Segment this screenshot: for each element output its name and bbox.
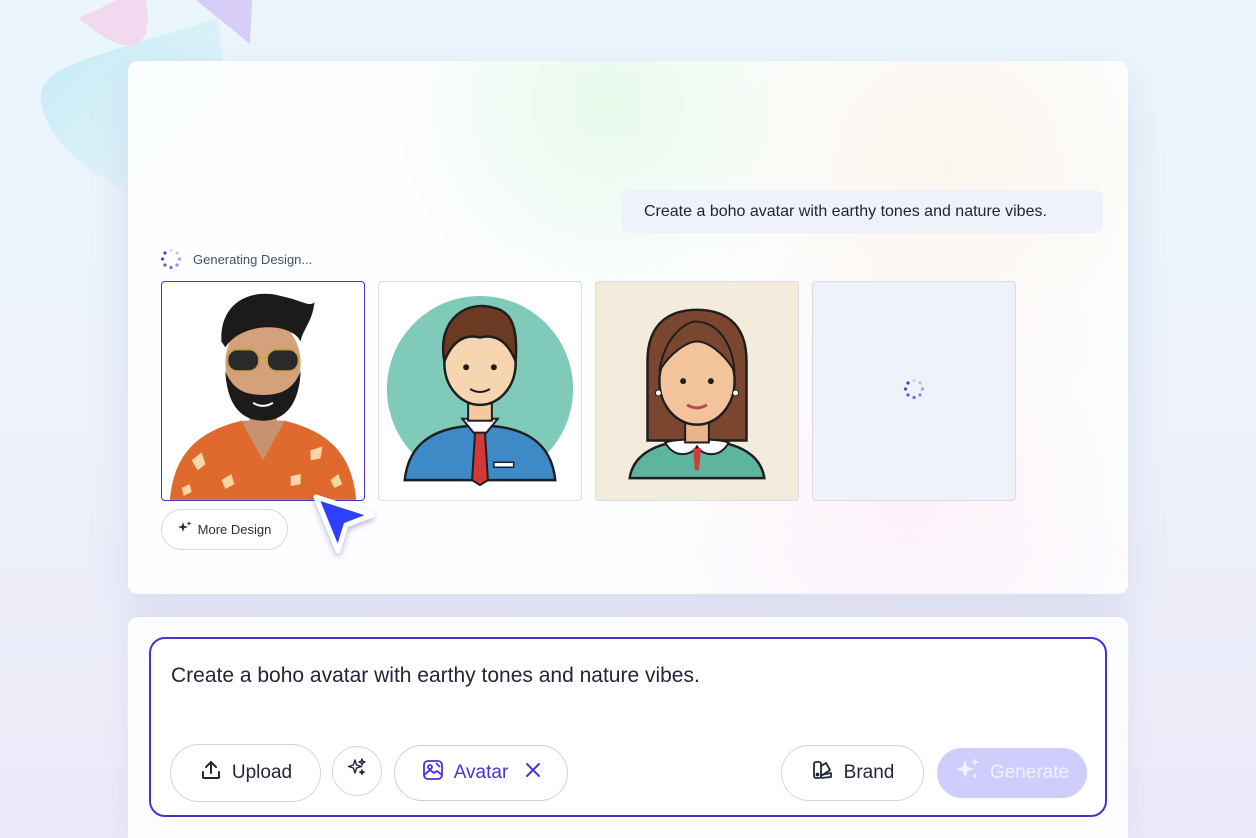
spinner-icon bbox=[160, 248, 182, 270]
prompt-message-bubble: Create a boho avatar with earthy tones a… bbox=[621, 190, 1103, 233]
thumbnail-avatar-man-tie[interactable] bbox=[378, 281, 582, 501]
design-thumbnails bbox=[161, 281, 1016, 501]
close-icon[interactable] bbox=[525, 762, 541, 784]
upload-label: Upload bbox=[231, 762, 293, 783]
brand-button[interactable]: Brand bbox=[781, 745, 924, 801]
avatar-tag-label: Avatar bbox=[453, 762, 509, 783]
composer-panel: Create a boho avatar with earthy tones a… bbox=[128, 617, 1128, 838]
avatar-man-sunglasses-image bbox=[169, 293, 357, 500]
more-design-label: More Design bbox=[197, 522, 272, 537]
avatar-category-tag[interactable]: Avatar bbox=[394, 745, 568, 801]
avatar-woman-collar-image bbox=[628, 308, 766, 480]
avatar-man-tie-image bbox=[386, 295, 574, 487]
spinner-icon bbox=[903, 378, 925, 405]
prompt-input-box[interactable]: Create a boho avatar with earthy tones a… bbox=[149, 637, 1107, 817]
brand-label: Brand bbox=[843, 762, 895, 783]
design-preview-panel: Create a boho avatar with earthy tones a… bbox=[128, 61, 1128, 594]
magic-wand-icon bbox=[347, 758, 367, 784]
upload-icon bbox=[199, 758, 223, 788]
magic-enhance-button[interactable] bbox=[332, 746, 382, 796]
image-edit-icon bbox=[421, 758, 445, 788]
decorative-triangle-shape bbox=[196, 0, 252, 44]
upload-button[interactable]: Upload bbox=[170, 744, 321, 802]
decorative-pink-shape bbox=[78, 0, 148, 46]
more-design-button[interactable]: More Design bbox=[161, 509, 288, 550]
thumbnail-avatar-man-sunglasses[interactable] bbox=[161, 281, 365, 501]
prompt-message-text: Create a boho avatar with earthy tones a… bbox=[644, 202, 1047, 220]
sparkle-icon bbox=[955, 758, 981, 788]
generating-status: Generating Design... bbox=[160, 248, 312, 270]
thumbnail-avatar-loading bbox=[812, 281, 1016, 501]
brand-palette-icon bbox=[811, 758, 835, 788]
prompt-input[interactable]: Create a boho avatar with earthy tones a… bbox=[171, 664, 700, 688]
generating-status-text: Generating Design... bbox=[193, 251, 313, 267]
thumbnail-avatar-woman-collar[interactable] bbox=[595, 281, 799, 501]
generate-label: Generate bbox=[989, 762, 1070, 783]
sparkle-icon bbox=[177, 521, 192, 538]
generate-button[interactable]: Generate bbox=[937, 748, 1087, 798]
cursor-arrow-icon bbox=[313, 494, 375, 554]
